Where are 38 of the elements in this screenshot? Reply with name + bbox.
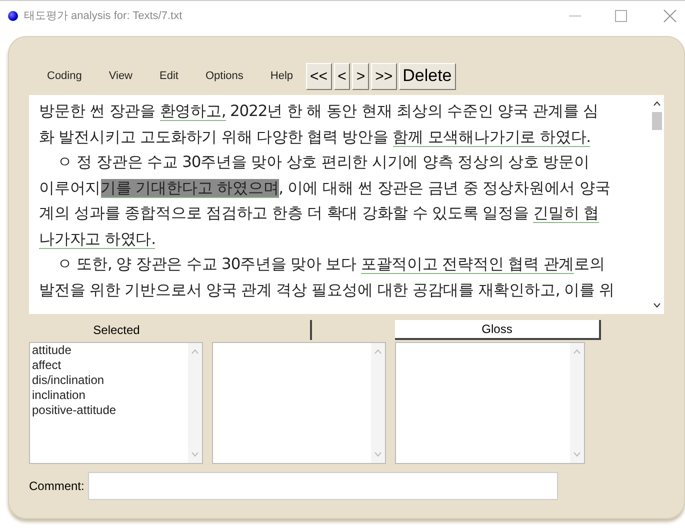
list-box[interactable]: [212, 342, 386, 464]
list-box[interactable]: attitude affect dis/inclination inclination positive-attitude: [29, 342, 203, 464]
menu-item[interactable]: View: [108, 70, 133, 82]
list-item[interactable]: affect: [32, 358, 186, 373]
nav-button[interactable]: Delete: [398, 62, 456, 90]
comment-label: Comment:: [29, 479, 84, 493]
nav-button[interactable]: <<: [306, 62, 332, 90]
scroll-up-icon[interactable]: [653, 101, 661, 106]
text-line: 방문한 썬 장관을 환영하고, 2022년 한 해 동안 현재 최상의 수준인 양국 관계를 심: [39, 101, 600, 123]
app-icon: [8, 10, 18, 20]
list-item[interactable]: dis/inclination: [32, 373, 186, 388]
nav-button[interactable]: <: [334, 62, 350, 90]
scroll-thumb[interactable]: [652, 112, 662, 130]
comment-field[interactable]: [88, 472, 558, 500]
menu-item[interactable]: Options: [205, 70, 244, 82]
list-item[interactable]: inclination: [32, 388, 186, 403]
menu-item[interactable]: Coding: [47, 70, 82, 82]
text-line: ㅇ 또한, 양 장관은 수교 30주년을 맞아 보다 포괄적이고 전략적인 협력 관계로의: [56, 254, 606, 276]
text-line: ㅇ 정 장관은 수교 30주년을 맞아 상호 편리한 시기에 양측 정상의 상호 방문이: [56, 152, 590, 173]
list-item[interactable]: attitude: [32, 343, 186, 358]
header-button[interactable]: Gloss: [395, 320, 601, 340]
text-line: 화 발전시키고 고도화하기 위해 다양한 협력 방안을 함께 모색해나가기로 하였다.: [39, 126, 592, 148]
maximize-icon[interactable]: [615, 10, 627, 22]
nav-button[interactable]: >>: [371, 62, 397, 90]
list-box[interactable]: [395, 342, 585, 464]
list-item[interactable]: positive-attitude: [32, 403, 186, 418]
minimize-icon[interactable]: [569, 14, 581, 16]
nav-button[interactable]: >: [352, 62, 370, 90]
text-line: 이루어지기를 기대한다고 하였으며, 이에 대해 썬 장관은 금년 중 정상차원에서 양국: [39, 178, 612, 200]
text-line: 발전을 위한 기반으로서 양국 관계 격상 필요성에 대한 공감대를 재확인하고, 이를 위: [39, 280, 616, 300]
scroll-down-icon[interactable]: [653, 303, 661, 308]
column-label: Selected: [92, 322, 141, 339]
menu-item[interactable]: Edit: [160, 70, 178, 82]
window-title: 태도평가 analysis for: Texts/7.txt: [24, 9, 182, 23]
text-line: 나가자고 하였다.: [39, 228, 156, 250]
close-icon[interactable]: [663, 8, 677, 22]
menu-item[interactable]: Help: [270, 70, 294, 82]
text-line: 계의 성과를 종합적으로 점검하고 한층 더 확대 강화할 수 있도록 일정을 긴밀히 협: [39, 203, 600, 225]
